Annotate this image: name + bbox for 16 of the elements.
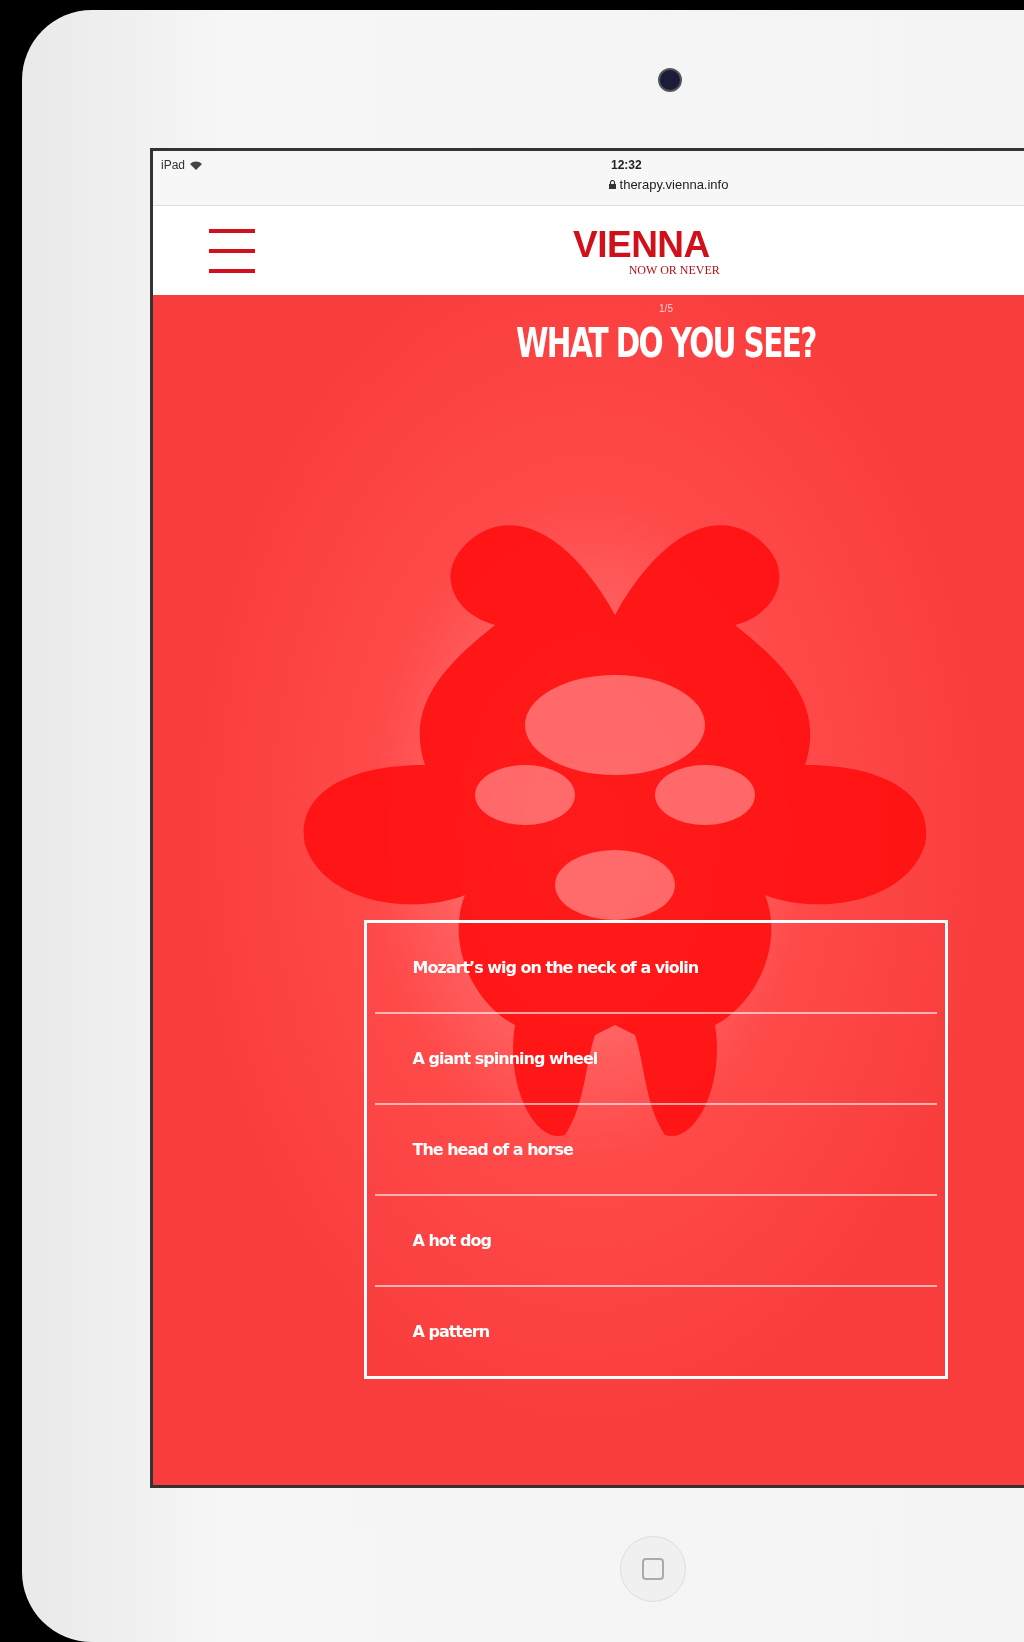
address-bar-url[interactable]: therapy.vienna.info: [619, 177, 729, 192]
answer-option[interactable]: A pattern: [374, 1287, 937, 1376]
menu-icon[interactable]: [209, 228, 255, 273]
camera-icon: [658, 68, 682, 92]
logo-tagline: NOW OR NEVER: [628, 263, 720, 278]
question-title: WHAT DO YOU SEE?: [516, 320, 816, 366]
lock-icon: [608, 180, 616, 189]
answer-option[interactable]: Mozart’s wig on the neck of a violin: [374, 923, 937, 1012]
wifi-icon: [190, 160, 203, 170]
answer-option[interactable]: The head of a horse: [374, 1105, 937, 1194]
answer-option[interactable]: A hot dog: [374, 1196, 937, 1285]
logo-text[interactable]: VIENNA: [573, 226, 710, 263]
device-name: iPad: [161, 158, 186, 172]
answer-option[interactable]: A giant spinning wheel: [374, 1014, 937, 1103]
question-counter: 1/5: [659, 303, 673, 314]
status-time: 12:32: [611, 158, 642, 172]
